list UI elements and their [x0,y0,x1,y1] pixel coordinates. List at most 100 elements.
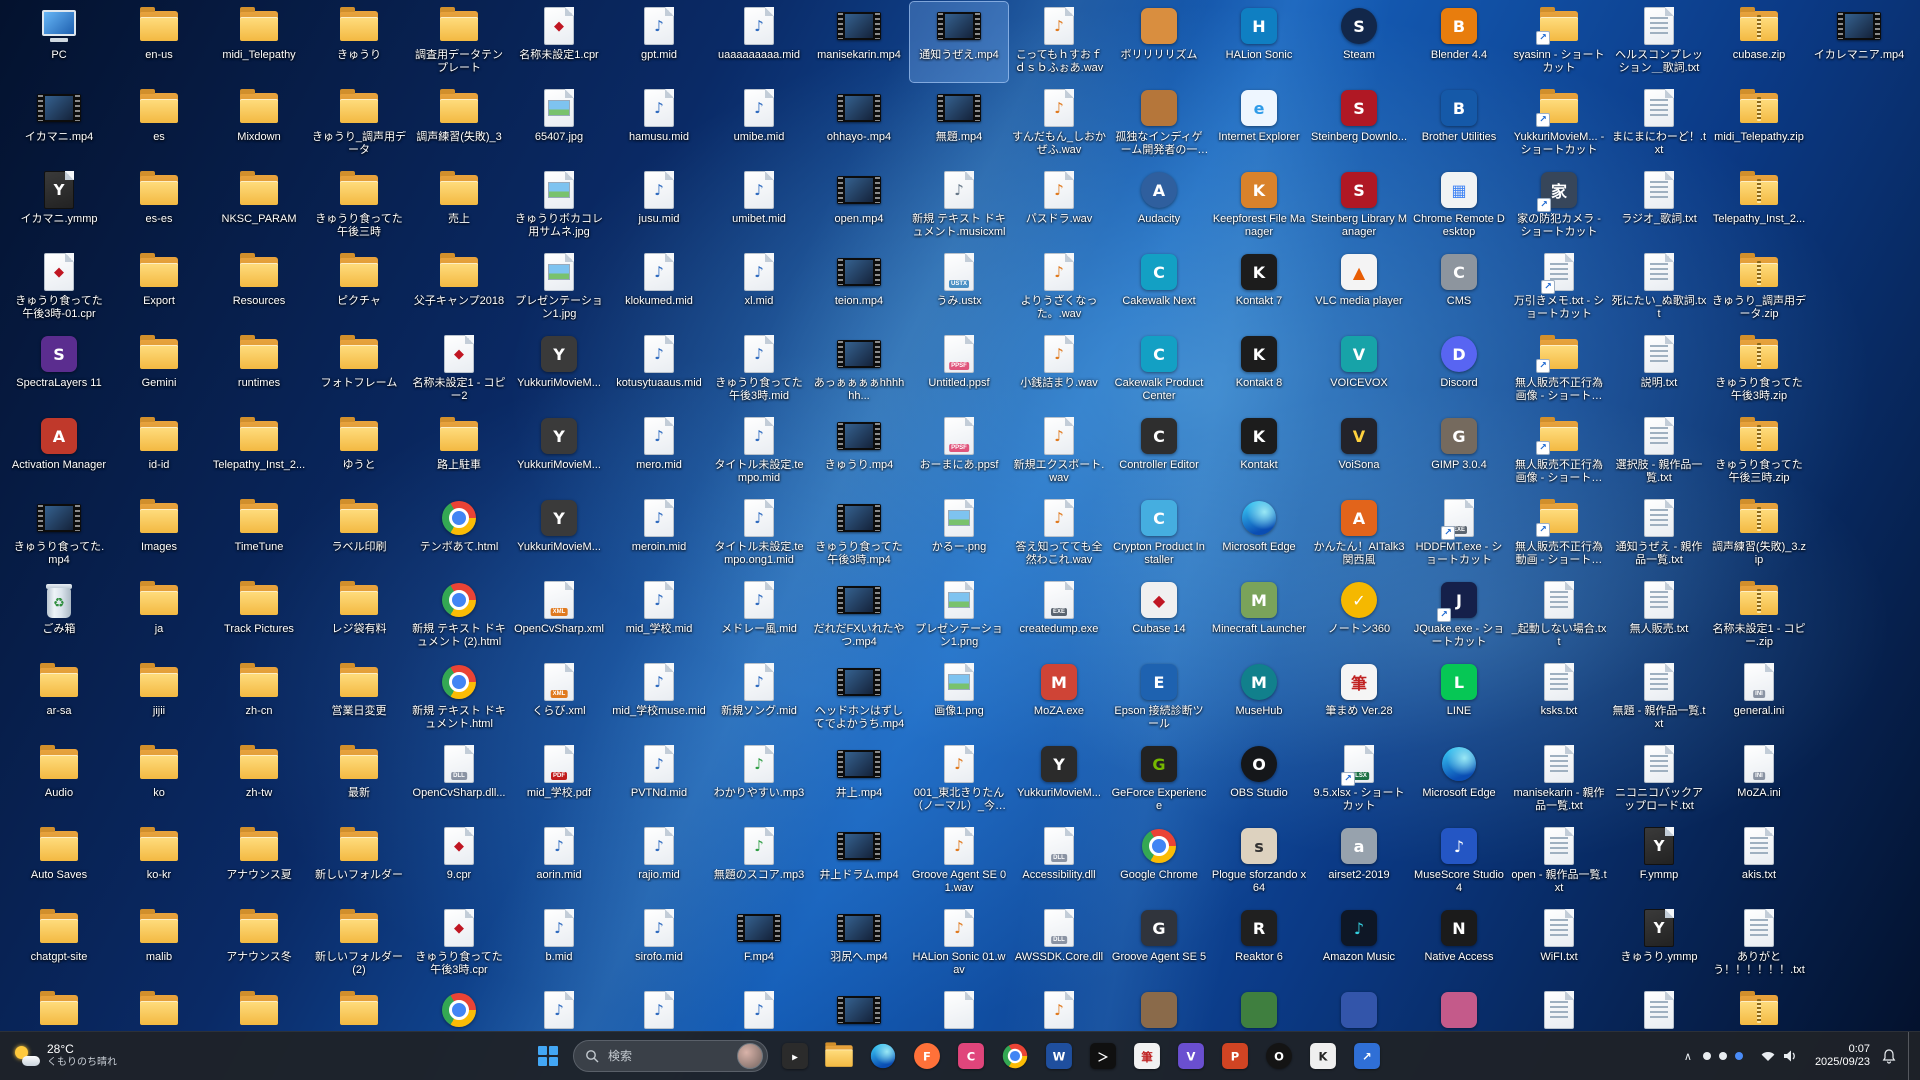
desktop-icon[interactable]: akis.txt [1710,822,1808,902]
desktop-icon[interactable]: teion.mp4 [810,248,908,328]
desktop-icon[interactable]: 名称未設定1 - コピー.zip [1710,576,1808,656]
desktop-icon[interactable]: ♪ kotusytuaaus.mid [610,330,708,410]
desktop-icon[interactable]: ♪ [610,986,708,1032]
desktop-icon[interactable]: きゅうり_調声用データ.zip [1710,248,1808,328]
desktop-icon[interactable]: 無題.mp4 [910,84,1008,164]
desktop-icon[interactable]: イカマニ.mp4 [10,84,108,164]
desktop-icon[interactable]: C Crypton Product Installer [1110,494,1208,574]
desktop-icon[interactable]: 孤独なインディゲーム開発者の一生… [1110,84,1208,164]
desktop-icon[interactable]: A Activation Manager [10,412,108,492]
desktop-icon[interactable]: ♪ わかりやすい.mp3 [710,740,808,820]
taskbar-clock[interactable]: 0:07 2025/09/23 [1815,1043,1870,1069]
desktop-icon[interactable]: EXE createdump.exe [1010,576,1108,656]
desktop-icon[interactable] [1710,986,1808,1032]
desktop-icon[interactable]: ポリリリリズム [1110,2,1208,82]
taskbar-pinned-app-purple[interactable]: V [1171,1036,1211,1076]
desktop-icon[interactable]: 新規 テキスト ドキュメント.html [410,658,508,738]
desktop-icon[interactable]: ♪ すんだもん_しおかぜふ.wav [1010,84,1108,164]
desktop-icon[interactable]: 無題 - 親作品一覧.txt [1610,658,1708,738]
desktop-icon[interactable]: jijii [110,658,208,738]
desktop-icon[interactable]: ♪ [710,986,808,1032]
desktop-icon[interactable]: zh-tw [210,740,308,820]
desktop-icon[interactable]: 井上.mp4 [810,740,908,820]
desktop-icon[interactable]: id-id [110,412,208,492]
desktop-icon[interactable]: Microsoft Edge [1410,740,1508,820]
taskbar-pinned-terminal[interactable]: ＞ [1083,1036,1123,1076]
desktop-icon[interactable]: 井上ドラム.mp4 [810,822,908,902]
desktop-icon[interactable]: INI MoZA.ini [1710,740,1808,820]
desktop-icon[interactable]: 新規 テキスト ドキュメント (2).html [410,576,508,656]
desktop-icon[interactable]: Google Chrome [1110,822,1208,902]
desktop-icon[interactable]: R Reaktor 6 [1210,904,1308,984]
desktop-icon[interactable]: PPSF おーまにあ.ppsf [910,412,1008,492]
desktop-icon[interactable]: ♪ 001_東北きりたん（ノーマル）_今じゃ... [910,740,1008,820]
desktop-icon[interactable]: E Epson 接続診断ツール [1110,658,1208,738]
desktop-icon[interactable]: A Audacity [1110,166,1208,246]
desktop-icon[interactable]: Y きゅうり.ymmp [1610,904,1708,984]
desktop-icon[interactable]: 死にたい_ぬ歌詞.txt [1610,248,1708,328]
notification-bell-icon[interactable] [1881,1048,1897,1064]
weather-widget[interactable]: 28°C くもりのち晴れ [4,1036,127,1076]
desktop-icon[interactable]: PDF mid_学校.pdf [510,740,608,820]
desktop-icon[interactable]: WiFI.txt [1510,904,1608,984]
desktop-icon[interactable]: 調声練習(失敗)_3.zip [1710,494,1808,574]
desktop-icon[interactable]: ♪ umibet.mid [710,166,808,246]
desktop-icon[interactable]: 新しいフォルダー (2) [310,904,408,984]
desktop-icon[interactable]: Gemini [110,330,208,410]
desktop-icon[interactable] [1510,986,1608,1032]
desktop-icon[interactable]: Y YukkuriMovieM... [510,494,608,574]
desktop-icon[interactable]: ♪ タイトル未設定.tempo.ong1.mid [710,494,808,574]
desktop-icon[interactable] [1110,986,1208,1032]
desktop-icon[interactable]: Audio [10,740,108,820]
desktop-icon[interactable]: ♪ こってもｈすおｆｄｓｂふぉあ.wav [1010,2,1108,82]
desktop-icon[interactable]: C CMS [1410,248,1508,328]
desktop-icon[interactable] [1410,986,1508,1032]
desktop-icon[interactable]: XML くらび.xml [510,658,608,738]
desktop-icon[interactable]: ◆ Cubase 14 [1110,576,1208,656]
desktop-icon[interactable]: M MoZA.exe [1010,658,1108,738]
desktop-icon[interactable]: 家 ↗ 家の防犯カメラ - ショートカット [1510,166,1608,246]
desktop-icon[interactable]: ◆ 名称未設定1 - コピー2 [410,330,508,410]
desktop-icon[interactable]: ♪ 答え知ってても全然わこれ.wav [1010,494,1108,574]
desktop-icon[interactable]: ↗ syasinn - ショートカット [1510,2,1608,82]
desktop-icon[interactable]: ♪ umibe.mid [710,84,808,164]
desktop-icon[interactable]: Y YukkuriMovieM... [510,412,608,492]
desktop-icon[interactable] [10,986,108,1032]
desktop-icon[interactable]: K Kontakt 8 [1210,330,1308,410]
desktop-icon[interactable]: ↗ 無人販売不正行為動画 - ショートカット [1510,494,1608,574]
desktop-icon[interactable]: ♪ 無題のスコア.mp3 [710,822,808,902]
desktop-icon[interactable]: TimeTune [210,494,308,574]
desktop-icon[interactable]: 選択肢 - 親作品一覧.txt [1610,412,1708,492]
desktop-icon[interactable]: ja [110,576,208,656]
desktop-icon[interactable]: ♪ mero.mid [610,412,708,492]
desktop-icon[interactable]: ♪ jusu.mid [610,166,708,246]
desktop-icon[interactable]: ♪ hamusu.mid [610,84,708,164]
desktop-icon[interactable]: es [110,84,208,164]
desktop-icon[interactable]: e Internet Explorer [1210,84,1308,164]
desktop-icon[interactable]: ヘルスコンプレッション＿歌詞.txt [1610,2,1708,82]
desktop-icon[interactable]: ♪ HALion Sonic 01.wav [910,904,1008,984]
taskbar-pinned-powerpoint[interactable]: P [1215,1036,1255,1076]
desktop-icon[interactable]: ♪ [510,986,608,1032]
desktop-icon[interactable]: V VOICEVOX [1310,330,1408,410]
tray-app-2-icon[interactable] [1718,1052,1727,1060]
desktop-icon[interactable]: ♪ sirofo.mid [610,904,708,984]
desktop-icon[interactable]: en-us [110,2,208,82]
desktop-icon[interactable]: B Brother Utilities [1410,84,1508,164]
desktop-icon[interactable]: ♪ Groove Agent SE 01.wav [910,822,1008,902]
desktop-icon[interactable]: ♪ mid_学校muse.mid [610,658,708,738]
desktop-icon[interactable]: ksks.txt [1510,658,1608,738]
desktop-icon[interactable]: open - 親作品一覧.txt [1510,822,1608,902]
desktop-icon[interactable]: ♪ [1010,986,1108,1032]
desktop-icon[interactable]: cubase.zip [1710,2,1808,82]
desktop-icon[interactable]: 新しいフォルダー [310,822,408,902]
desktop-icon[interactable]: きゅうり [310,2,408,82]
desktop-icon[interactable]: ♪ b.mid [510,904,608,984]
desktop-icon[interactable]: ♪ 新規 テキスト ドキュメント.musicxml [910,166,1008,246]
desktop-icon[interactable]: H HALion Sonic [1210,2,1308,82]
taskbar-pinned-file-explorer[interactable] [819,1036,859,1076]
desktop-icon[interactable]: きゅうり_調声用データ [310,84,408,164]
desktop-icon[interactable]: ▦ Chrome Remote Desktop [1410,166,1508,246]
desktop-icon[interactable]: INI general.ini [1710,658,1808,738]
taskbar-pinned-media-player[interactable]: ▸ [775,1036,815,1076]
